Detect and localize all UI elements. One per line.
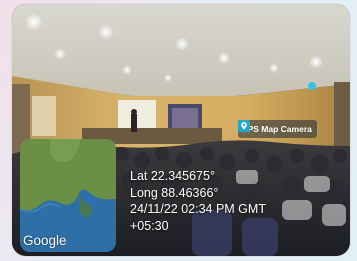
longitude-text: Long 88.46366° [130, 185, 219, 200]
background-frame: GPS Map Camera Google Lat 22.345675° Lon… [0, 0, 357, 261]
gps-map-camera-badge: GPS Map Camera [238, 120, 317, 138]
google-logo: Google [23, 233, 67, 248]
datetime-text: 24/11/22 02:34 PM GMT [130, 202, 266, 216]
latitude-text: Lat 22.345675° [130, 169, 215, 183]
map-thumbnail[interactable]: Google [20, 139, 116, 252]
timezone-text: +05:30 [130, 218, 169, 233]
badge-label: GPS Map Camera [241, 124, 312, 134]
location-info: Lat 22.345675° Long 88.46366° 24/11/22 0… [130, 168, 266, 234]
photo: GPS Map Camera Google Lat 22.345675° Lon… [12, 4, 350, 256]
map-camera-icon [238, 120, 250, 132]
